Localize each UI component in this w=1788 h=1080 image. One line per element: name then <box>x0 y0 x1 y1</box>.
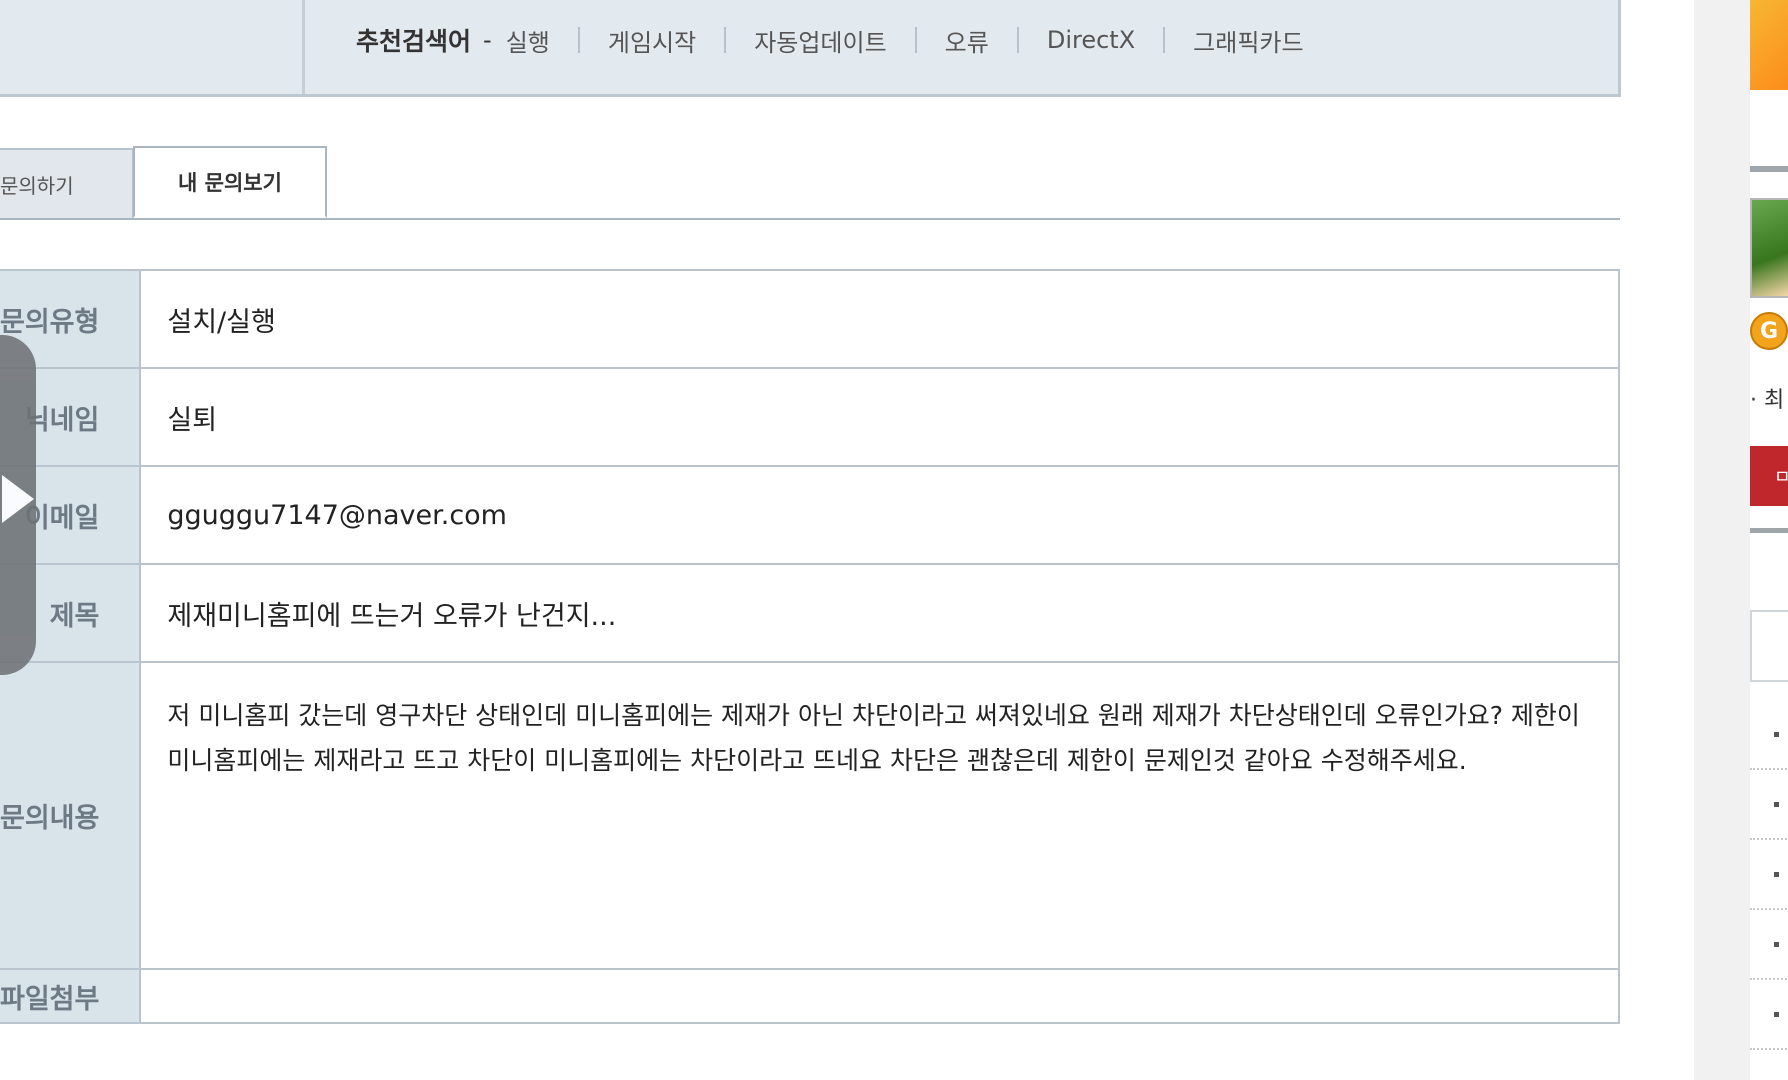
keyword-divider <box>914 27 917 53</box>
tab-ask-label: 문의하기 <box>0 173 74 198</box>
keyword-divider <box>577 27 580 53</box>
tab-my-inquiries[interactable]: 내 문의보기 <box>133 146 327 218</box>
keyword-link-game-start[interactable]: 게임시작 <box>608 23 696 58</box>
table-row: 문의내용 저 미니홈피 갔는데 영구차단 상태인데 미니홈피에는 제재가 아닌 … <box>0 661 1620 970</box>
sidebar-text-value: 최 <box>1764 388 1785 413</box>
keyword-link-graphic-card[interactable]: 그래픽카드 <box>1193 23 1303 58</box>
bullet-icon <box>1774 942 1779 947</box>
keyword-divider <box>724 27 727 53</box>
play-arrow-icon <box>2 475 34 523</box>
keyword-link-run[interactable]: 실행 <box>506 23 550 58</box>
sidebar-box <box>1750 610 1788 682</box>
list-item[interactable] <box>1750 770 1788 840</box>
list-item[interactable] <box>1750 700 1788 770</box>
list-item[interactable] <box>1750 910 1788 980</box>
keyword-dash: - <box>483 26 492 54</box>
bullet-icon <box>1774 732 1779 737</box>
avatar[interactable] <box>1750 198 1788 298</box>
email-value: gguggu7147@naver.com <box>139 465 1620 565</box>
keyword-divider <box>1163 27 1166 53</box>
right-sidebar: G · 최 ㅁ <box>1750 0 1788 1080</box>
table-row: 이메일 gguggu7147@naver.com <box>0 465 1620 565</box>
content-value: 저 미니홈피 갔는데 영구차단 상태인데 미니홈피에는 제재가 아닌 차단이라고… <box>139 661 1620 970</box>
recommended-keywords-bar: 추천검색어 - 실행 게임시작 자동업데이트 오류 DirectX 그래픽카드 <box>0 0 1621 97</box>
nickname-value: 실퇴 <box>139 367 1620 467</box>
topbar-left-cell <box>0 0 305 94</box>
tab-my-label: 내 문의보기 <box>178 171 282 195</box>
inquiry-tabs: 문의하기 내 문의보기 <box>0 146 1620 220</box>
keyword-list: 추천검색어 - 실행 게임시작 자동업데이트 오류 DirectX 그래픽카드 <box>356 20 1304 60</box>
g-coin-icon: G <box>1750 312 1788 350</box>
table-row: 파일첨부 <box>0 968 1620 1024</box>
table-row: 문의유형 설치/실행 <box>0 269 1620 369</box>
sidebar-divider <box>1750 166 1788 172</box>
bullet-icon <box>1774 872 1779 877</box>
bullet-icon <box>1774 1012 1779 1017</box>
keyword-link-error[interactable]: 오류 <box>945 23 989 58</box>
list-item[interactable] <box>1750 980 1788 1050</box>
bullet-icon <box>1774 802 1779 807</box>
keyword-link-auto-update[interactable]: 자동업데이트 <box>754 23 886 58</box>
table-row: 닉네임 실퇴 <box>0 367 1620 467</box>
type-value: 설치/실행 <box>139 269 1620 369</box>
sidebar-text: · 최 <box>1750 388 1785 413</box>
keyword-divider <box>1016 27 1019 53</box>
inquiry-detail-table: 문의유형 설치/실행 닉네임 실퇴 이메일 gguggu7147@naver.c… <box>0 269 1620 1024</box>
attachment-label: 파일첨부 <box>0 968 142 1024</box>
subject-value: 제재미니홈피에 뜨는거 오류가 난건지... <box>139 563 1620 663</box>
table-row: 제목 제재미니홈피에 뜨는거 오류가 난건지... <box>0 563 1620 663</box>
tab-ask-inquiry[interactable]: 문의하기 <box>0 148 134 218</box>
content-label: 문의내용 <box>0 661 142 970</box>
right-gutter <box>1694 0 1754 1080</box>
keyword-link-directx[interactable]: DirectX <box>1047 26 1135 54</box>
list-item[interactable] <box>1750 840 1788 910</box>
sidebar-divider <box>1750 528 1788 533</box>
sidebar-red-button[interactable]: ㅁ <box>1750 446 1788 506</box>
keyword-title: 추천검색어 <box>356 27 472 56</box>
side-panel-toggle[interactable] <box>0 335 36 675</box>
promo-banner[interactable] <box>1750 0 1788 90</box>
attachment-value <box>139 968 1620 1024</box>
